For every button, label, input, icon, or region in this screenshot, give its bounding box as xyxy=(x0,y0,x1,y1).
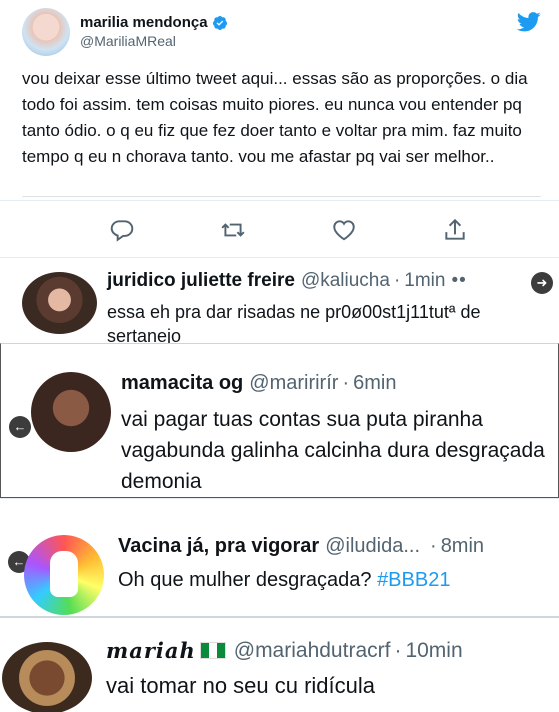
separator-dot: · xyxy=(342,372,350,394)
reply-header: juridico juliette freire @kaliucha · 1mi… xyxy=(107,270,467,292)
reply-icon xyxy=(110,220,134,242)
separator-dot: · xyxy=(430,535,437,557)
reply-header: Vacina já, pra vigorar @iludida... · 8mi… xyxy=(118,535,484,558)
nigeria-flag-icon xyxy=(199,642,226,659)
reply-display-name[interactable]: Vacina já, pra vigorar xyxy=(118,535,319,558)
share-button[interactable] xyxy=(442,217,468,243)
reply-header: mamacita og @maririrír · 6min xyxy=(121,372,396,395)
like-button[interactable] xyxy=(331,217,357,243)
reply-text: vai tomar no seu cu ridícula xyxy=(106,673,376,698)
reply-header: mariah @mariahdutracrf · 10min xyxy=(106,638,463,663)
verified-badge-icon xyxy=(212,15,227,30)
reply-timestamp[interactable]: 6min xyxy=(353,372,396,395)
author-avatar[interactable] xyxy=(22,8,70,56)
reply-item[interactable]: mariah @mariahdutracrf · 10min vai tomar… xyxy=(0,616,559,712)
reply-handle[interactable]: @kaliucha xyxy=(301,270,390,292)
reply-item[interactable]: ← Vacina já, pra vigorar @iludida... · 8… xyxy=(0,498,559,616)
reply-timestamp[interactable]: 8min xyxy=(441,535,484,558)
author-name-row: marilia mendonça xyxy=(80,14,228,31)
reply-button[interactable] xyxy=(109,217,135,243)
main-tweet: marilia mendonça @MariliaMReal vou deixa… xyxy=(0,0,559,200)
separator-dot: · xyxy=(393,270,401,291)
mascot-figure xyxy=(50,551,78,597)
reply-timestamp[interactable]: 10min xyxy=(405,639,462,663)
reply-item[interactable]: ← mamacita og @maririrír · 6min vai paga… xyxy=(0,343,559,498)
reply-timestamp[interactable]: 1min xyxy=(404,270,445,292)
arrow-right-icon: ➜ xyxy=(531,272,553,294)
reply-display-name[interactable]: juridico juliette freire xyxy=(107,270,295,292)
media-edge xyxy=(22,196,541,198)
reply-text: Oh que mulher desgraçada? xyxy=(118,569,372,591)
like-icon xyxy=(333,220,355,241)
twitter-bird-icon xyxy=(517,12,541,32)
arrow-left-icon: ← xyxy=(9,416,31,438)
action-bar xyxy=(0,200,559,257)
reply-avatar[interactable] xyxy=(31,372,111,452)
hashtag-link[interactable]: #BBB21 xyxy=(377,569,450,591)
author-display-name[interactable]: marilia mendonça xyxy=(80,14,208,31)
reply-avatar[interactable] xyxy=(24,535,104,615)
reply-handle[interactable]: @maririrír xyxy=(249,372,338,395)
reply-avatar[interactable] xyxy=(22,272,97,334)
reply-text: vai pagar tuas contas sua puta piranha v… xyxy=(121,408,545,493)
retweet-icon xyxy=(221,223,245,237)
reply-item[interactable]: juridico juliette freire @kaliucha · 1mi… xyxy=(0,257,559,343)
reply-avatar[interactable] xyxy=(2,642,92,712)
reply-text-row: Oh que mulher desgraçada? #BBB21 xyxy=(118,567,450,593)
reply-handle[interactable]: @iludida... xyxy=(325,535,420,558)
separator-dot: · xyxy=(394,638,402,662)
reply-display-name[interactable]: mariah xyxy=(106,638,196,663)
share-icon xyxy=(445,218,465,240)
tweet-text: vou deixar esse último tweet aqui... ess… xyxy=(22,69,528,166)
author-handle[interactable]: @MariliaMReal xyxy=(80,33,176,49)
more-options-icon[interactable]: •• xyxy=(451,270,466,292)
retweet-button[interactable] xyxy=(220,217,246,243)
reply-display-name[interactable]: mamacita og xyxy=(121,372,243,395)
reply-handle[interactable]: @mariahdutracrf xyxy=(234,639,391,663)
reply-text: essa eh pra dar risadas ne pr0ø00st1j11t… xyxy=(107,302,481,343)
